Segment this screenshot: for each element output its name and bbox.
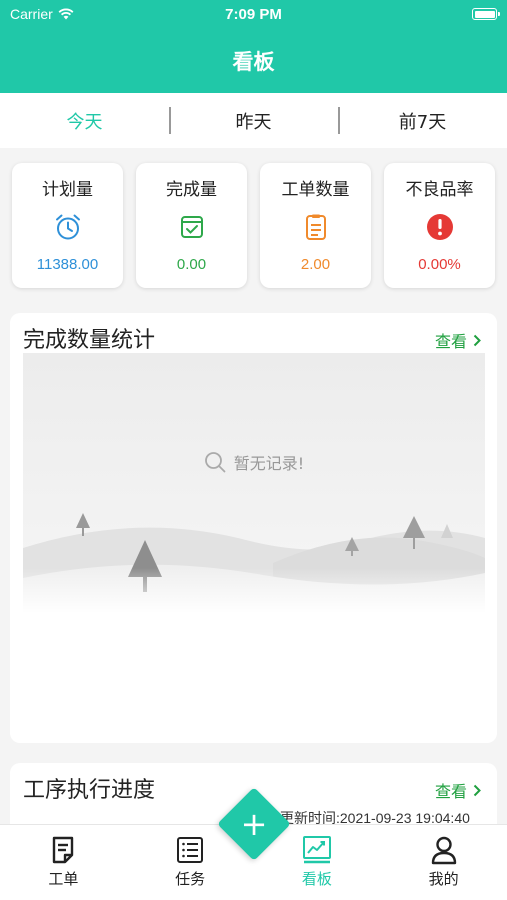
view-label: 查看 [434,332,467,351]
user-icon [431,836,456,865]
empty-text: 暂无记录! [233,454,305,473]
stat-label: 计划量 [42,180,93,200]
tab-work-orders[interactable]: 工单 [0,825,127,900]
alarm-clock-icon [55,214,80,240]
search-icon [204,452,226,473]
chevron-right-icon [473,334,481,346]
app-header: Carrier 7:09 PM 看板 [0,0,507,93]
alert-icon [426,214,453,240]
stat-card-completed[interactable]: 完成量 0.00 [136,163,247,288]
page-title: 看板 [232,50,275,74]
document-icon [305,214,326,240]
process-progress-title: 工序执行进度 [23,778,156,803]
battery-icon [472,8,500,20]
stat-value: 0.00 [176,256,207,273]
empty-message: 暂无记录! [23,450,485,474]
dashboard-chart-icon [302,836,331,864]
stat-label: 不良品率 [405,180,474,200]
tab-profile[interactable]: 我的 [380,825,507,900]
empty-landscape-illustration [23,353,485,613]
stat-card-planned[interactable]: 计划量 11388.00 [12,163,123,288]
tab-last-7-days[interactable]: 前7天 [338,93,507,148]
tab-today[interactable]: 今天 [0,93,169,148]
tab-label: 我的 [428,870,459,888]
completion-view-link[interactable]: 查看 [435,328,481,352]
stat-value: 11388.00 [36,256,99,273]
process-view-link[interactable]: 查看 [435,778,481,802]
stats-row: 计划量 11388.00 完成量 0.00 工单数量 2.00 不良品率 0.0… [12,163,495,288]
empty-state: 暂无记录! [23,353,485,613]
view-label: 查看 [434,782,467,801]
plus-icon: + [240,805,268,843]
completion-stats-card: 完成数量统计 查看 暂无记录! [10,313,497,743]
work-order-icon [53,836,74,864]
status-bar: Carrier 7:09 PM [0,0,507,28]
stat-label: 完成量 [166,180,217,200]
task-list-icon [177,837,204,863]
date-range-tabs: 今天 昨天 前7天 [0,93,507,148]
stat-label: 工单数量 [281,180,350,200]
tab-yesterday[interactable]: 昨天 [169,93,338,148]
chevron-right-icon [473,784,481,796]
check-calendar-icon [180,216,203,238]
stat-card-work-orders[interactable]: 工单数量 2.00 [260,163,371,288]
status-time: 7:09 PM [225,6,282,23]
stat-value: 0.00% [418,256,461,273]
stat-value: 2.00 [300,256,331,273]
tab-label: 任务 [175,870,206,888]
tab-label: 工单 [48,870,79,888]
tab-label: 看板 [301,870,332,888]
stat-card-defect-rate[interactable]: 不良品率 0.00% [384,163,495,288]
completion-stats-title: 完成数量统计 [23,328,156,353]
